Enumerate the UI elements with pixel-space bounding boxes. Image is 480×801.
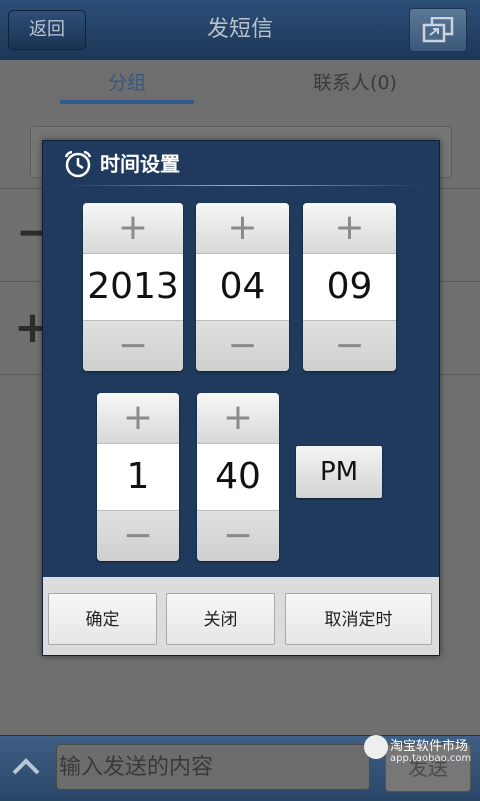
hour-decrement-button[interactable]: − bbox=[97, 510, 179, 561]
month-decrement-button[interactable]: − bbox=[196, 320, 289, 371]
alarm-clock-icon bbox=[64, 150, 92, 178]
ampm-toggle-button[interactable]: PM bbox=[296, 446, 382, 498]
chevron-up-icon[interactable] bbox=[10, 755, 42, 779]
multi-window-button[interactable] bbox=[409, 8, 467, 52]
year-spinner: + 2013 − bbox=[83, 203, 183, 371]
plus-icon: + bbox=[222, 397, 254, 438]
minute-decrement-button[interactable]: − bbox=[197, 510, 279, 561]
month-spinner: + 04 − bbox=[196, 203, 289, 371]
minus-icon: − bbox=[117, 325, 149, 366]
day-spinner: + 09 − bbox=[303, 203, 396, 371]
dialog-footer: 确定 关闭 取消定时 bbox=[43, 577, 439, 655]
hour-value: 1 bbox=[97, 444, 179, 510]
page-title: 发短信 bbox=[206, 17, 273, 42]
year-value: 2013 bbox=[83, 254, 183, 320]
plus-icon: + bbox=[227, 207, 258, 248]
dialog-divider bbox=[63, 185, 423, 186]
tab-bar: 分组 联系人(0) bbox=[0, 60, 480, 116]
plus-icon: + bbox=[122, 397, 154, 438]
multi-window-icon bbox=[422, 17, 454, 43]
cancel-timer-button[interactable]: 取消定时 bbox=[285, 593, 432, 645]
minus-icon: − bbox=[122, 515, 154, 556]
close-button[interactable]: 关闭 bbox=[166, 593, 275, 645]
taobao-logo-icon bbox=[364, 735, 388, 759]
back-button[interactable]: 返回 bbox=[8, 10, 86, 50]
confirm-button[interactable]: 确定 bbox=[48, 593, 157, 645]
tab-contacts[interactable]: 联系人(0) bbox=[290, 60, 420, 110]
message-input[interactable] bbox=[56, 744, 370, 790]
watermark-url: app.taobao.com bbox=[390, 753, 472, 764]
tab-active-indicator bbox=[60, 100, 194, 104]
dialog-title: 时间设置 bbox=[100, 152, 180, 176]
minus-icon: − bbox=[222, 515, 254, 556]
minus-icon: − bbox=[334, 325, 365, 366]
hour-increment-button[interactable]: + bbox=[97, 393, 179, 444]
minute-increment-button[interactable]: + bbox=[197, 393, 279, 444]
day-decrement-button[interactable]: − bbox=[303, 320, 396, 371]
year-decrement-button[interactable]: − bbox=[83, 320, 183, 371]
watermark-title: 淘宝软件市场 bbox=[390, 739, 469, 754]
plus-icon: + bbox=[117, 207, 149, 248]
dialog-header: 时间设置 bbox=[43, 141, 439, 187]
month-increment-button[interactable]: + bbox=[196, 203, 289, 254]
day-increment-button[interactable]: + bbox=[303, 203, 396, 254]
minute-spinner: + 40 − bbox=[197, 393, 279, 561]
minus-icon: − bbox=[227, 325, 258, 366]
plus-icon: + bbox=[334, 207, 365, 248]
month-value: 04 bbox=[196, 254, 289, 320]
watermark: 淘宝软件市场 app.taobao.com bbox=[364, 733, 480, 769]
year-increment-button[interactable]: + bbox=[83, 203, 183, 254]
hour-spinner: + 1 − bbox=[97, 393, 179, 561]
time-setting-dialog: 时间设置 + 2013 − + 04 − + 09 − + 1 − + 40 −… bbox=[42, 140, 440, 656]
minute-value: 40 bbox=[197, 444, 279, 510]
day-value: 09 bbox=[303, 254, 396, 320]
